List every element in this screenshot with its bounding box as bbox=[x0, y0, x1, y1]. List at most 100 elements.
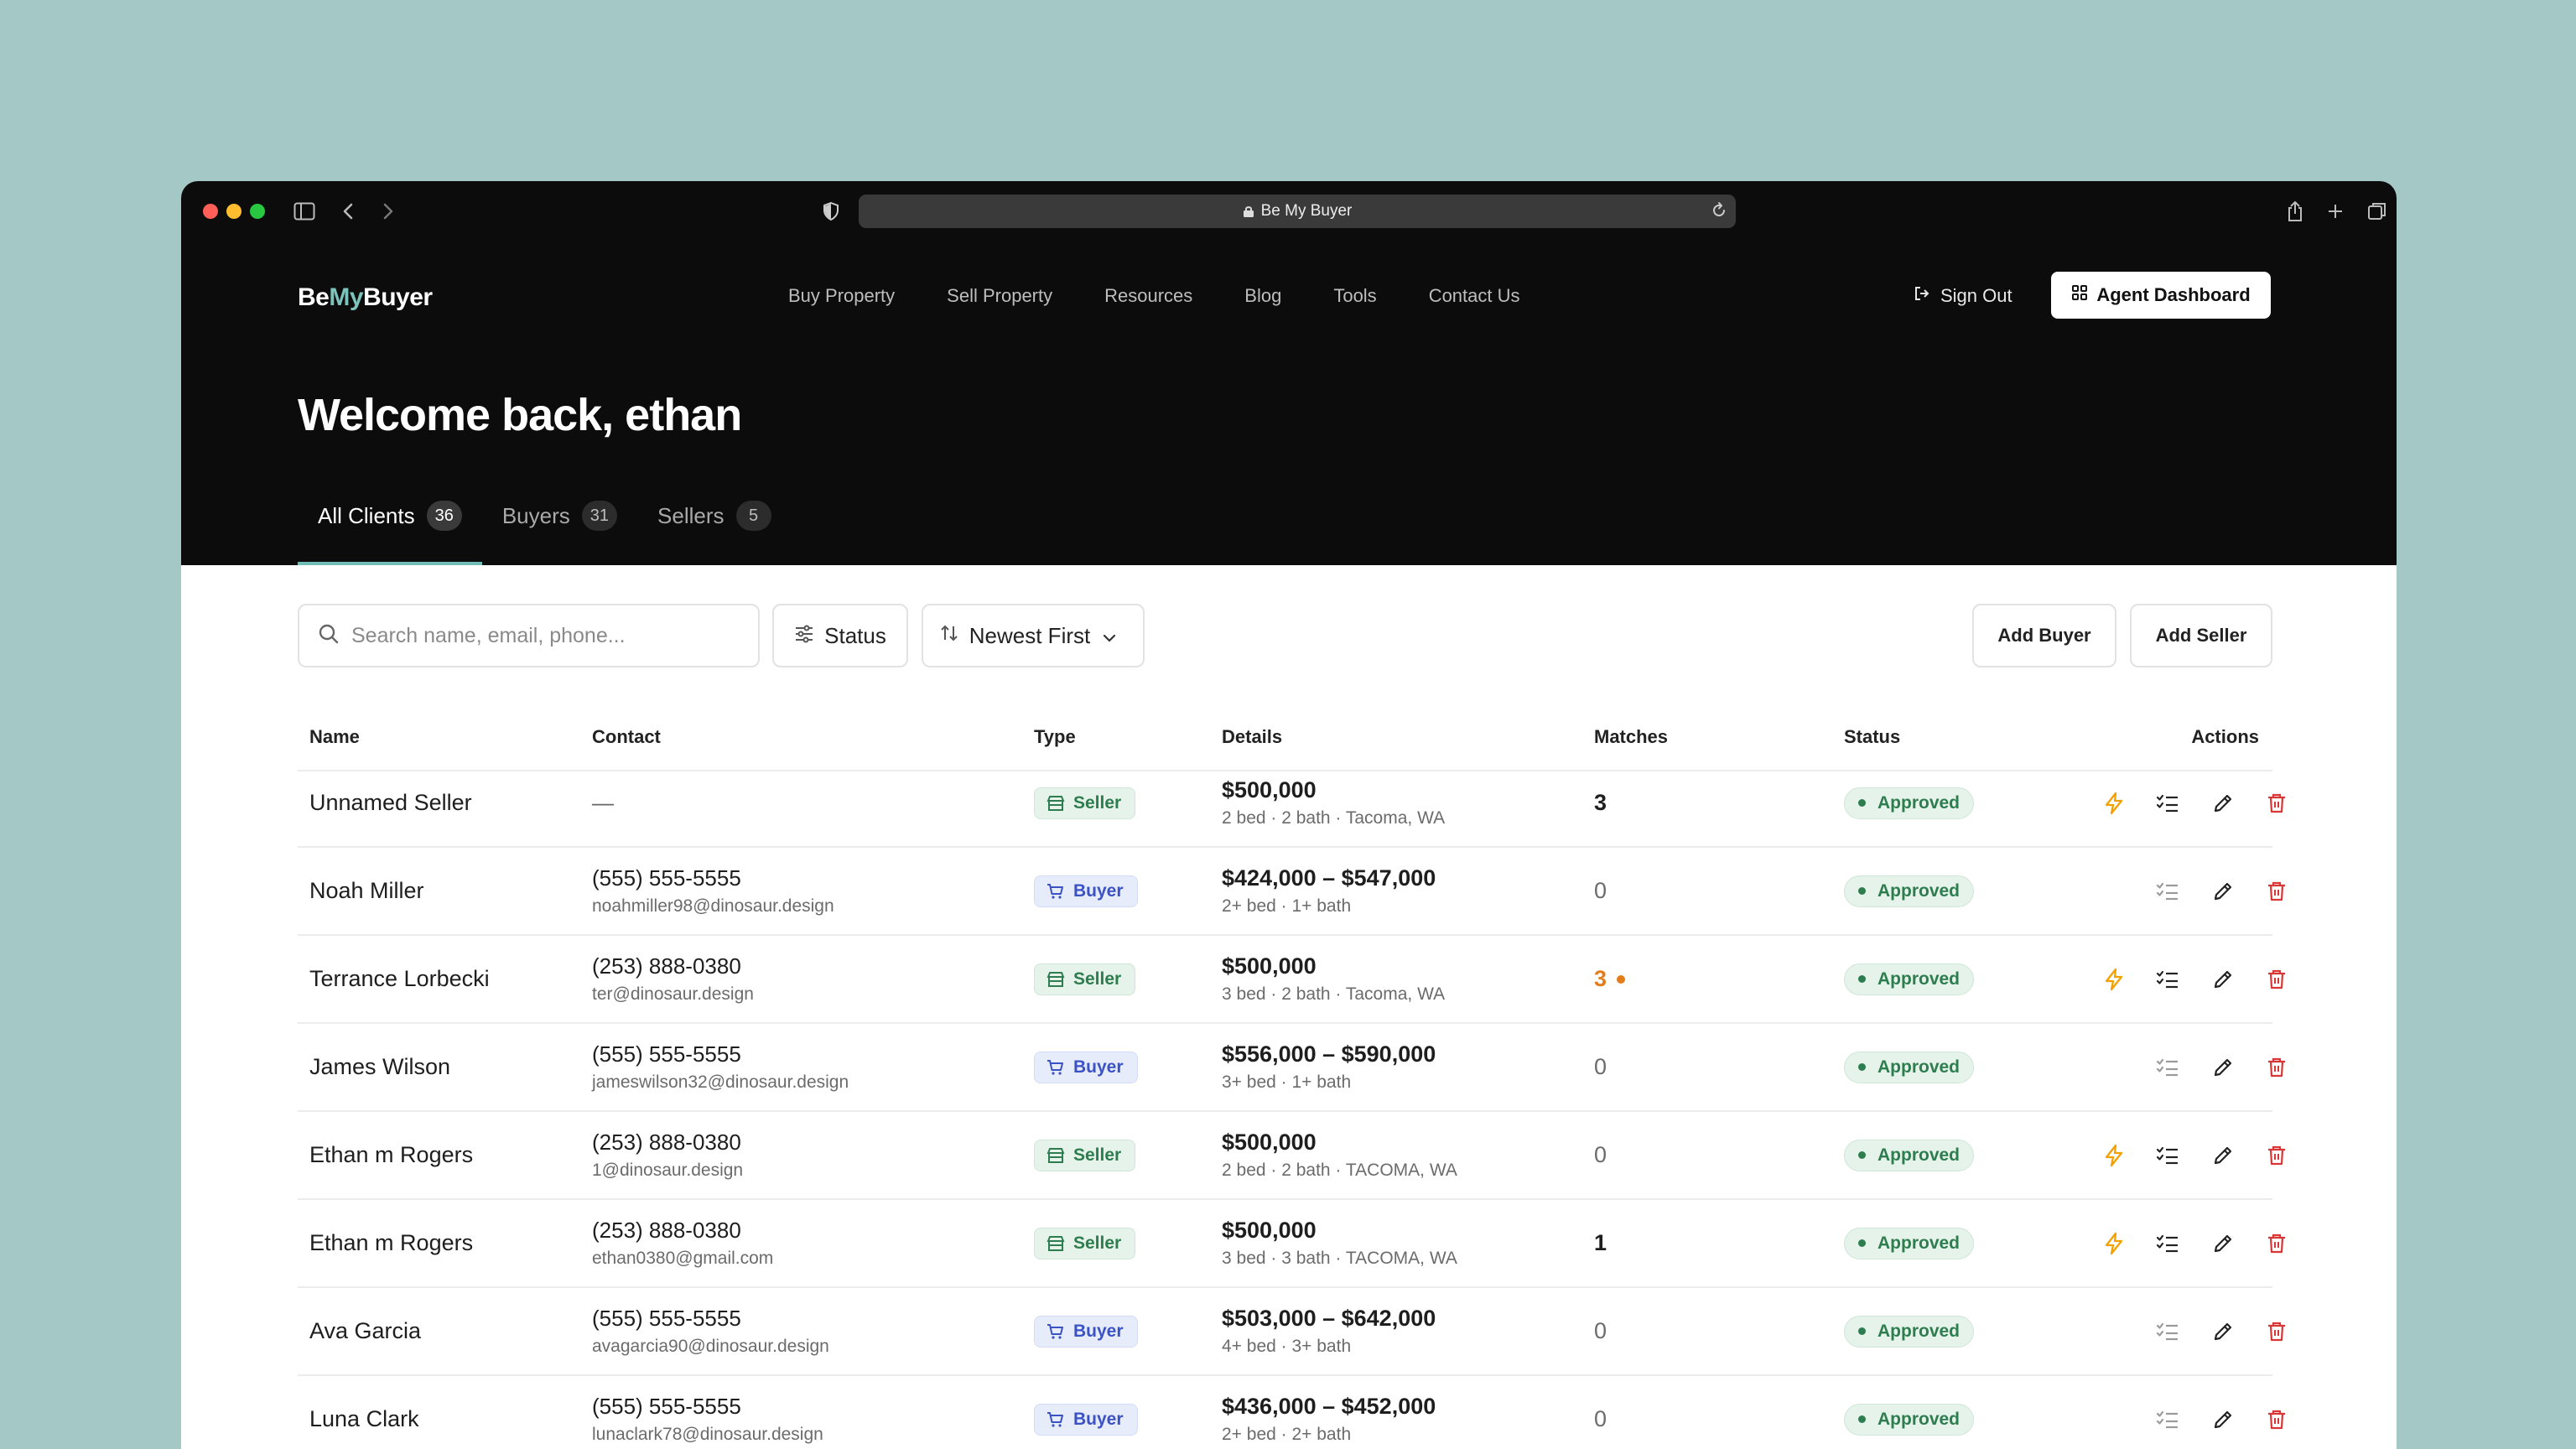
column-header-type[interactable]: Type bbox=[1034, 726, 1076, 748]
sign-out-icon bbox=[1914, 285, 1940, 307]
tab-buyers[interactable]: Buyers 31 bbox=[482, 480, 637, 565]
tab-sellers[interactable]: Sellers 5 bbox=[637, 480, 791, 565]
column-header-name[interactable]: Name bbox=[309, 726, 360, 748]
forward-icon[interactable] bbox=[374, 197, 402, 226]
sort-select[interactable]: Newest First bbox=[922, 604, 1145, 667]
zoom-window-button[interactable] bbox=[250, 204, 265, 219]
site-header: BeMyBuyer Buy Property Sell Property Res… bbox=[181, 240, 2397, 565]
add-buyer-button[interactable]: Add Buyer bbox=[1972, 604, 2116, 667]
nav-contact-us[interactable]: Contact Us bbox=[1429, 285, 1520, 307]
table-row[interactable]: Ava Garcia (555) 555-5555 avagarcia90@di… bbox=[298, 1288, 2285, 1376]
client-phone: (555) 555-5555 bbox=[592, 1394, 741, 1419]
bolt-icon[interactable] bbox=[2101, 1230, 2127, 1257]
back-icon[interactable] bbox=[334, 197, 362, 226]
client-matches[interactable]: 3 bbox=[1594, 760, 1607, 846]
client-matches[interactable]: 0 bbox=[1594, 848, 1607, 934]
pencil-icon[interactable] bbox=[2210, 1230, 2236, 1257]
client-matches[interactable]: 0 bbox=[1594, 1288, 1607, 1374]
nav-sell-property[interactable]: Sell Property bbox=[947, 285, 1052, 307]
checklist-icon[interactable] bbox=[2154, 1230, 2181, 1257]
client-matches[interactable]: 3 bbox=[1594, 936, 1626, 1022]
client-contact: (555) 555-5555 avagarcia90@dinosaur.desi… bbox=[592, 1288, 829, 1374]
client-matches[interactable]: 0 bbox=[1594, 1112, 1607, 1198]
reload-icon[interactable] bbox=[1711, 201, 1727, 220]
add-seller-button[interactable]: Add Seller bbox=[2130, 604, 2272, 667]
table-row[interactable]: Ethan m Rogers (253) 888-0380 1@dinosaur… bbox=[298, 1112, 2285, 1200]
search-input[interactable] bbox=[351, 623, 720, 648]
minimize-window-button[interactable] bbox=[226, 204, 242, 219]
trash-icon[interactable] bbox=[2263, 1054, 2290, 1081]
trash-icon[interactable] bbox=[2263, 1230, 2290, 1257]
client-matches[interactable]: 1 bbox=[1594, 1200, 1607, 1286]
table-row[interactable]: Unnamed Seller — Seller $500,000 2 bed ·… bbox=[298, 760, 2285, 848]
trash-icon[interactable] bbox=[2263, 966, 2290, 993]
cart-icon bbox=[1046, 1323, 1073, 1340]
client-matches[interactable]: 0 bbox=[1594, 1024, 1607, 1110]
checklist-icon[interactable] bbox=[2154, 1054, 2181, 1081]
checklist-icon[interactable] bbox=[2154, 1406, 2181, 1433]
logo[interactable]: BeMyBuyer bbox=[298, 283, 433, 312]
bolt-icon[interactable] bbox=[2101, 1142, 2127, 1169]
trash-icon[interactable] bbox=[2263, 1318, 2290, 1345]
tab-all-clients[interactable]: All Clients 36 bbox=[298, 480, 482, 565]
table-row[interactable]: Ethan m Rogers (253) 888-0380 ethan0380@… bbox=[298, 1200, 2285, 1288]
pencil-icon[interactable] bbox=[2210, 1406, 2236, 1433]
client-contact: (555) 555-5555 noahmiller98@dinosaur.des… bbox=[592, 848, 834, 934]
sign-out-button[interactable]: Sign Out bbox=[1914, 285, 2012, 307]
store-icon bbox=[1046, 795, 1073, 812]
pencil-icon[interactable] bbox=[2210, 1318, 2236, 1345]
status-dot bbox=[1858, 1063, 1866, 1071]
trash-icon[interactable] bbox=[2263, 1406, 2290, 1433]
new-tab-icon[interactable] bbox=[2321, 197, 2350, 226]
main-nav: Buy Property Sell Property Resources Blo… bbox=[788, 285, 1572, 307]
checklist-icon[interactable] bbox=[2154, 1142, 2181, 1169]
pencil-icon[interactable] bbox=[2210, 790, 2236, 817]
pencil-icon[interactable] bbox=[2210, 1142, 2236, 1169]
status-badge: Approved bbox=[1844, 787, 1975, 819]
column-header-status[interactable]: Status bbox=[1844, 726, 1900, 748]
table-row[interactable]: James Wilson (555) 555-5555 jameswilson3… bbox=[298, 1024, 2285, 1112]
pencil-icon[interactable] bbox=[2210, 966, 2236, 993]
checklist-icon[interactable] bbox=[2154, 878, 2181, 905]
close-window-button[interactable] bbox=[203, 204, 218, 219]
share-icon[interactable] bbox=[2281, 197, 2309, 226]
client-name: Ethan m Rogers bbox=[309, 1230, 474, 1255]
nav-tools[interactable]: Tools bbox=[1333, 285, 1376, 307]
agent-dashboard-button[interactable]: Agent Dashboard bbox=[2051, 272, 2271, 319]
trash-icon[interactable] bbox=[2263, 790, 2290, 817]
trash-icon[interactable] bbox=[2263, 1142, 2290, 1169]
pencil-icon[interactable] bbox=[2210, 878, 2236, 905]
shield-icon[interactable] bbox=[817, 197, 845, 226]
nav-resources[interactable]: Resources bbox=[1104, 285, 1192, 307]
table-row[interactable]: Terrance Lorbecki (253) 888-0380 ter@din… bbox=[298, 936, 2285, 1024]
checklist-icon[interactable] bbox=[2154, 790, 2181, 817]
client-email: ethan0380@gmail.com bbox=[592, 1249, 774, 1268]
nav-blog[interactable]: Blog bbox=[1244, 285, 1281, 307]
nav-buy-property[interactable]: Buy Property bbox=[788, 285, 895, 307]
client-matches[interactable]: 0 bbox=[1594, 1376, 1607, 1449]
status-badge: Approved bbox=[1844, 963, 1975, 995]
trash-icon[interactable] bbox=[2263, 878, 2290, 905]
bolt-icon[interactable] bbox=[2101, 966, 2127, 993]
bolt-icon[interactable] bbox=[2101, 790, 2127, 817]
client-phone: (555) 555-5555 bbox=[592, 1041, 741, 1067]
tabs-icon[interactable] bbox=[2363, 197, 2392, 226]
status-dot bbox=[1858, 1327, 1866, 1335]
column-header-contact[interactable]: Contact bbox=[592, 726, 661, 748]
pencil-icon[interactable] bbox=[2210, 1054, 2236, 1081]
sidebar-icon[interactable] bbox=[290, 197, 319, 226]
client-price: $436,000 – $452,000 bbox=[1222, 1394, 1436, 1419]
table-row[interactable]: Luna Clark (555) 555-5555 lunaclark78@di… bbox=[298, 1376, 2285, 1449]
client-type: Seller bbox=[1034, 936, 1136, 1022]
column-header-matches[interactable]: Matches bbox=[1594, 726, 1668, 748]
status-filter-button[interactable]: Status bbox=[772, 604, 908, 667]
column-header-details[interactable]: Details bbox=[1222, 726, 1282, 748]
address-bar[interactable]: Be My Buyer bbox=[859, 195, 1736, 228]
table-row[interactable]: Noah Miller (555) 555-5555 noahmiller98@… bbox=[298, 848, 2285, 936]
url-text: Be My Buyer bbox=[1260, 202, 1353, 220]
search-box[interactable] bbox=[298, 604, 760, 667]
checklist-icon[interactable] bbox=[2154, 966, 2181, 993]
buyer-badge: Buyer bbox=[1034, 1051, 1138, 1083]
browser-window: Be My Buyer BeMyBuyer Buy Property Sell … bbox=[181, 181, 2397, 1449]
checklist-icon[interactable] bbox=[2154, 1318, 2181, 1345]
